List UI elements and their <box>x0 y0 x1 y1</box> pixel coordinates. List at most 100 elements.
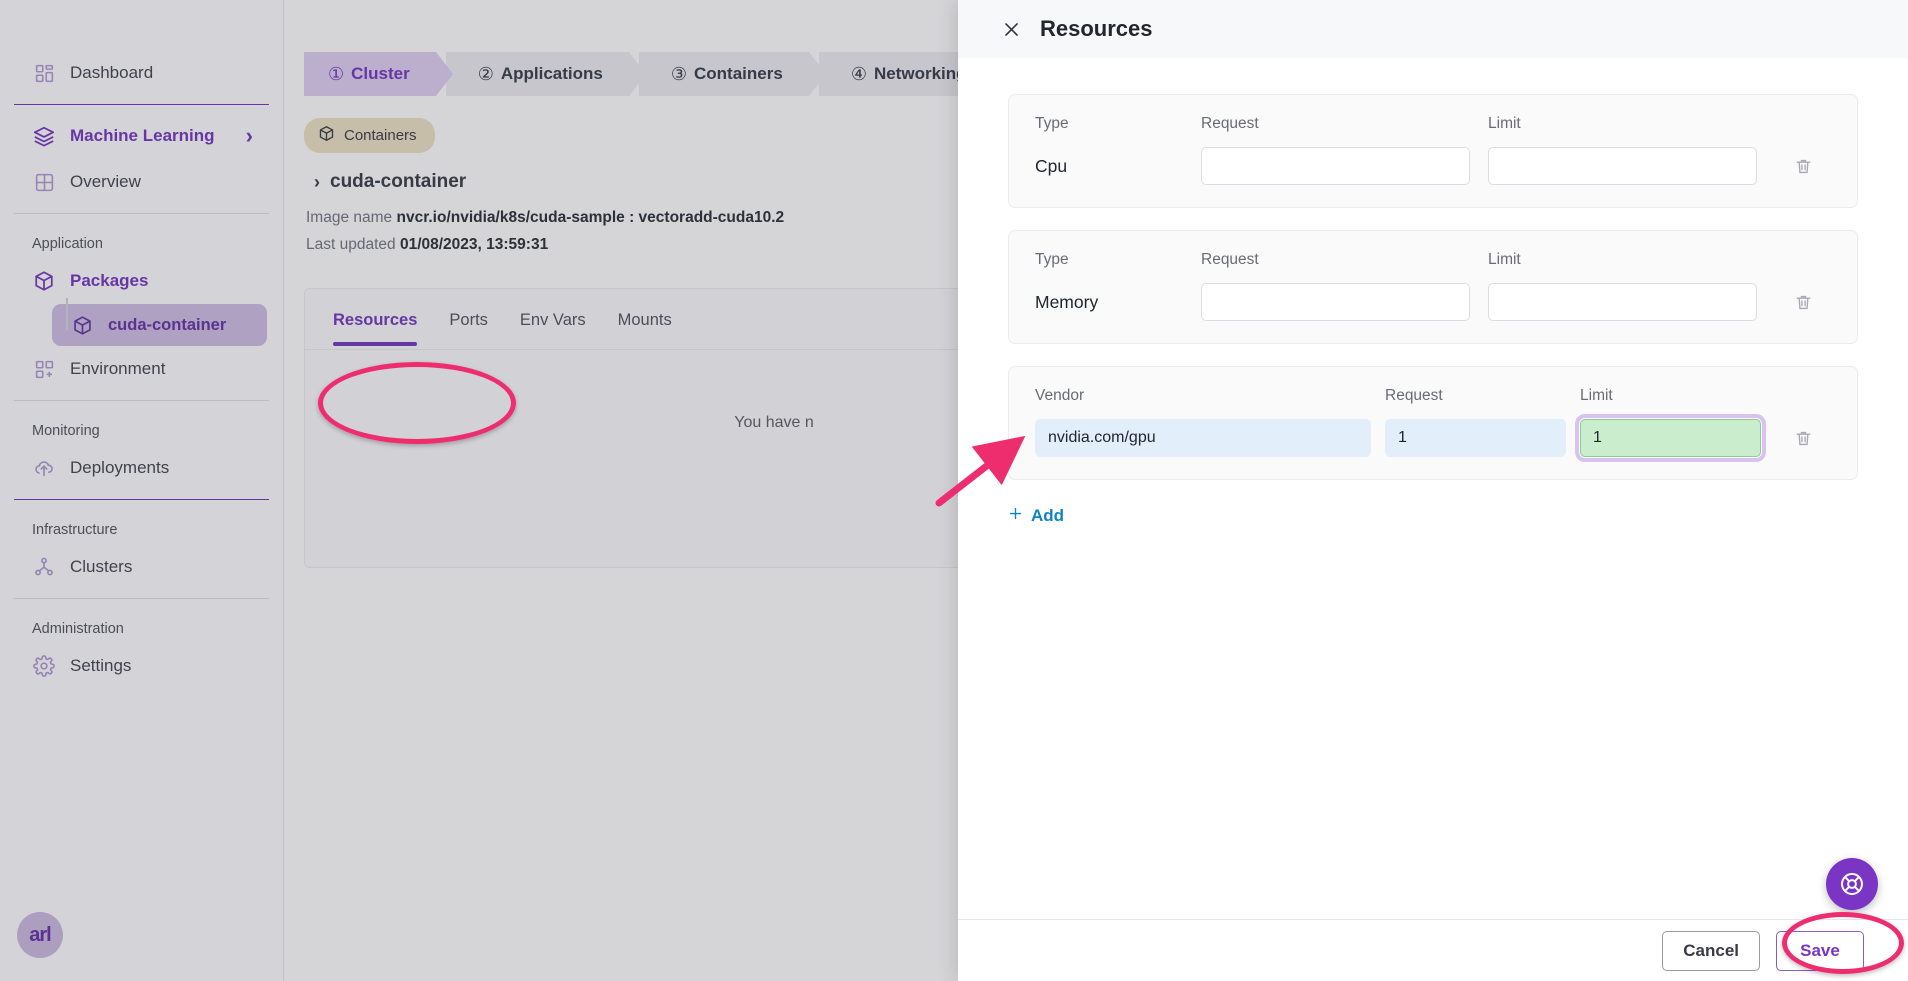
tab-env-vars[interactable]: Env Vars <box>520 311 586 346</box>
wizard-step-applications[interactable]: ② Applications <box>445 52 647 96</box>
dashboard-icon <box>32 61 56 85</box>
tab-resources[interactable]: Resources <box>333 311 418 346</box>
type-value: Memory <box>1035 291 1099 312</box>
actions-label-spacer <box>1775 387 1831 419</box>
add-label: Add <box>1031 506 1065 525</box>
request-label: Request <box>1201 115 1259 132</box>
step-label: Containers <box>694 64 783 83</box>
tab-label: Mounts <box>617 311 672 329</box>
cpu-limit-input[interactable] <box>1488 147 1757 185</box>
sidebar-section-application: Application <box>32 236 103 252</box>
sidebar-item-label: Overview <box>70 172 141 191</box>
drawer-header: Resources <box>958 0 1908 58</box>
last-updated-value: 01/08/2023, 13:59:31 <box>399 236 549 253</box>
request-label: Request <box>1201 251 1259 268</box>
gpu-request-input[interactable] <box>1385 419 1566 457</box>
resource-row-vendor: Vendor Request Limit <box>1008 366 1858 480</box>
sidebar-item-label: Deployments <box>70 458 170 477</box>
sidebar-divider-3 <box>14 400 269 401</box>
sidebar-section-administration: Administration <box>32 621 124 637</box>
lifebuoy-icon[interactable] <box>1826 858 1878 910</box>
save-button[interactable]: Save <box>1776 930 1864 971</box>
tab-mounts[interactable]: Mounts <box>618 311 672 346</box>
app-root: Dashboard Machine Learning › Overview Ap… <box>0 0 1908 981</box>
trash-icon[interactable] <box>1775 419 1831 457</box>
drawer-footer: Cancel Save <box>958 858 1908 981</box>
sidebar-section-infrastructure: Infrastructure <box>32 522 118 538</box>
status-badge-containers: Containers <box>304 118 435 153</box>
limit-label: Limit <box>1488 251 1521 268</box>
memory-limit-input[interactable] <box>1488 283 1757 321</box>
step-label: Cluster <box>351 64 410 83</box>
actions-label-spacer <box>1775 115 1831 147</box>
sidebar-item-label: Machine Learning <box>70 126 215 145</box>
chip-label: Containers <box>344 127 417 144</box>
step-number: ② <box>477 63 494 84</box>
sidebar-item-clusters[interactable]: Clusters <box>14 544 269 590</box>
sidebar: Dashboard Machine Learning › Overview Ap… <box>0 0 284 981</box>
sidebar-divider-2 <box>14 213 269 214</box>
cloud-upload-icon <box>32 456 56 480</box>
step-number: ① <box>328 63 345 84</box>
trash-icon[interactable] <box>1775 283 1831 321</box>
sidebar-divider-5 <box>14 598 269 599</box>
page-title: cuda-container <box>330 171 467 192</box>
step-label: Applications <box>500 64 603 83</box>
memory-request-input[interactable] <box>1201 283 1470 321</box>
trash-icon[interactable] <box>1775 147 1831 185</box>
gpu-limit-input[interactable] <box>1575 414 1766 462</box>
app-logo-text: arl <box>29 923 51 946</box>
tab-label: Resources <box>333 311 418 329</box>
app-logo: arl <box>17 912 63 958</box>
drawer-title: Resources <box>1040 16 1153 41</box>
tab-label: Env Vars <box>519 311 586 329</box>
last-updated-label: Last updated <box>306 236 396 253</box>
sidebar-item-label: Settings <box>70 656 132 675</box>
limit-label: Limit <box>1488 115 1521 132</box>
sidebar-item-packages[interactable]: Packages <box>14 258 269 304</box>
cpu-request-input[interactable] <box>1201 147 1470 185</box>
wizard-step-cluster[interactable]: ① Cluster <box>304 52 453 96</box>
vendor-label: Vendor <box>1035 387 1085 404</box>
step-label: Networking <box>873 64 967 83</box>
sidebar-item-overview[interactable]: Overview <box>14 159 269 205</box>
add-resource-button[interactable]: Add <box>1008 506 1064 526</box>
sidebar-item-dashboard[interactable]: Dashboard <box>14 50 269 96</box>
sidebar-item-label: cuda-container <box>108 315 227 334</box>
resources-drawer: Resources Type Request Limit Cpu Type Re… <box>958 0 1908 981</box>
package-icon <box>32 269 56 293</box>
tab-ports[interactable]: Ports <box>449 311 488 346</box>
env-icon <box>32 357 56 381</box>
plus-icon <box>1008 506 1023 526</box>
image-name-value: nvcr.io/nvidia/k8s/cuda-sample : vectora… <box>396 209 785 226</box>
sidebar-item-label: Environment <box>70 359 166 378</box>
sidebar-section-monitoring: Monitoring <box>32 423 100 439</box>
limit-label: Limit <box>1580 387 1613 404</box>
type-label: Type <box>1035 251 1069 268</box>
vendor-input[interactable] <box>1035 419 1371 457</box>
drawer-body: Type Request Limit Cpu Type Request Limi… <box>958 58 1908 919</box>
sidebar-item-deployments[interactable]: Deployments <box>14 445 269 491</box>
tab-label: Ports <box>449 311 488 329</box>
cluster-icon <box>32 555 56 579</box>
close-icon[interactable] <box>1000 18 1022 40</box>
sidebar-item-settings[interactable]: Settings <box>14 643 269 689</box>
actions-label-spacer <box>1775 251 1831 283</box>
gear-icon <box>32 654 56 678</box>
sidebar-item-cuda-container[interactable]: cuda-container <box>52 304 267 346</box>
resource-row-cpu: Type Request Limit Cpu <box>1008 94 1858 208</box>
sidebar-item-label: Packages <box>70 271 149 290</box>
sidebar-item-machine-learning[interactable]: Machine Learning › <box>14 113 269 159</box>
sidebar-tree-stem <box>66 298 68 330</box>
type-label: Type <box>1035 115 1069 132</box>
step-number: ③ <box>670 63 688 84</box>
step-number: ④ <box>850 63 867 84</box>
sidebar-divider-1 <box>14 104 269 105</box>
sidebar-item-environment[interactable]: Environment <box>14 346 269 392</box>
wizard-step-containers[interactable]: ③ Containers <box>638 52 826 96</box>
type-value: Cpu <box>1035 155 1068 176</box>
cancel-button[interactable]: Cancel <box>1662 930 1760 971</box>
resource-row-grid: Type Request Limit Memory <box>1035 251 1831 321</box>
image-name-label: Image name <box>306 209 393 226</box>
grid-icon <box>32 170 56 194</box>
